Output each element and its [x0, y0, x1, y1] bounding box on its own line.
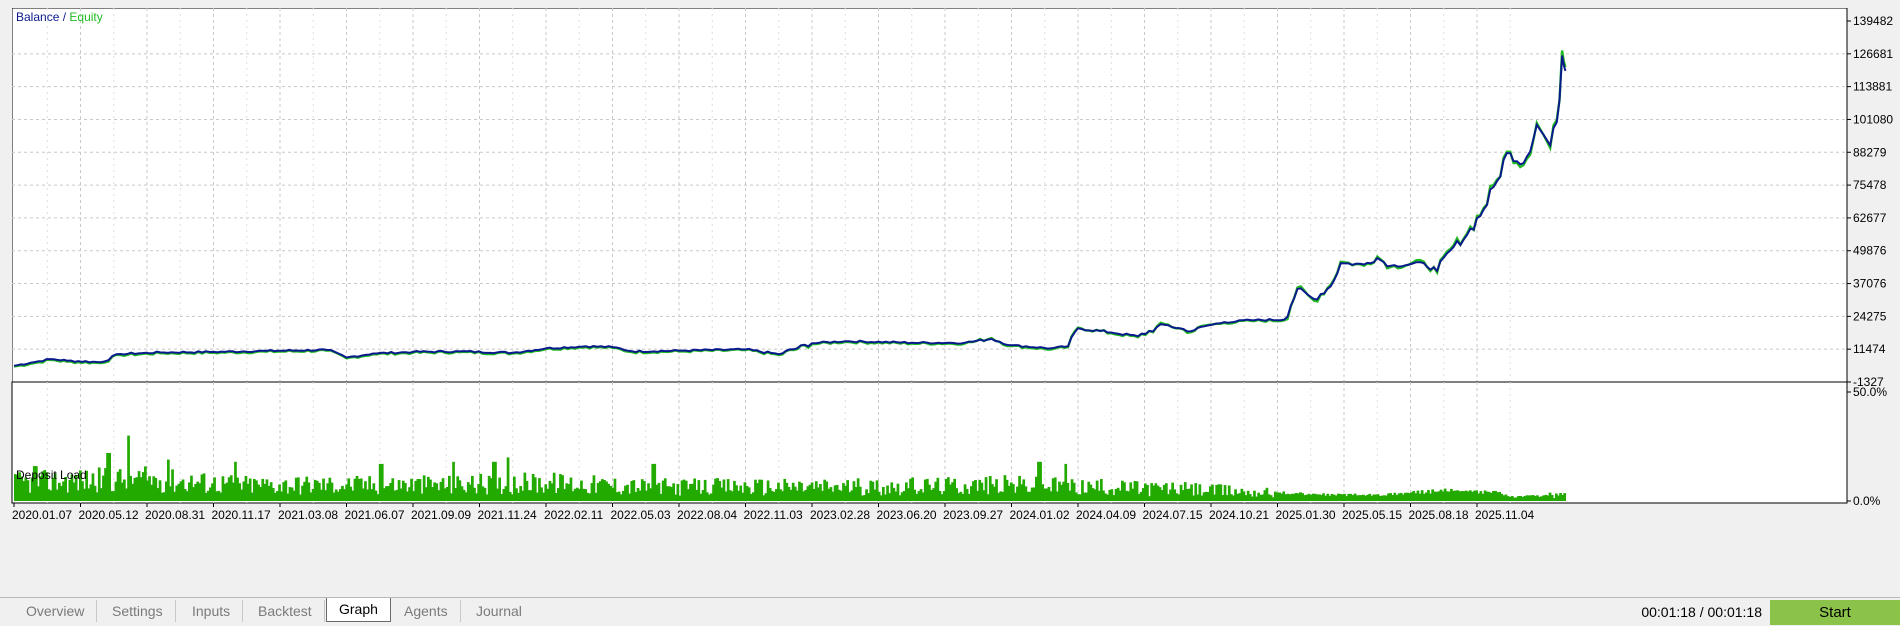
x-axis-tick-label: 2020.11.17	[212, 508, 271, 522]
x-axis-tick-label: 2022.11.03	[744, 508, 803, 522]
deposit-y-tick-label: 50.0%	[1853, 385, 1887, 399]
balance-y-tick-label: 11474	[1853, 342, 1886, 356]
x-axis-tick-label: 2023.09.27	[943, 508, 1003, 522]
x-axis-tick-label: 2025.11.04	[1475, 508, 1534, 522]
balance-y-tick-label: 139482	[1853, 14, 1893, 28]
x-axis-tick-label: 2024.10.21	[1209, 508, 1269, 522]
tab-graph[interactable]: Graph	[326, 598, 391, 622]
x-axis-tick-label: 2025.01.30	[1276, 508, 1336, 522]
elapsed-timer: 00:01:18 / 00:01:18	[1641, 604, 1762, 620]
deposit-bar	[1563, 493, 1566, 501]
x-axis-tick-label: 2023.06.20	[877, 508, 937, 522]
balance-y-tick-label: 24275	[1853, 309, 1887, 323]
x-axis-tick-label: 2024.07.15	[1143, 508, 1203, 522]
equity-legend-label: Equity	[69, 10, 103, 24]
tab-backtest[interactable]: Backtest	[246, 600, 325, 622]
x-axis-tick-label: 2024.01.02	[1010, 508, 1070, 522]
balance-y-tick-label: 37076	[1853, 277, 1887, 291]
deposit-load-title: Deposit Load	[16, 468, 87, 482]
x-axis-tick-label: 2023.02.28	[810, 508, 870, 522]
x-axis-tick-label: 2020.08.31	[145, 508, 205, 522]
tab-settings[interactable]: Settings	[100, 600, 176, 622]
x-axis-tick-label: 2020.05.12	[79, 508, 139, 522]
tester-tab-bar: Overview Settings Inputs Backtest Graph …	[0, 597, 1900, 626]
balance-y-tick-label: 75478	[1853, 178, 1887, 192]
x-axis-tick-label: 2025.08.18	[1409, 508, 1469, 522]
strategy-tester-window: 139482 126681 113881 101080 88279 75478 62677 4…	[0, 0, 1900, 626]
x-axis-tick-label: 2022.08.04	[677, 508, 737, 522]
balance-y-tick-label: 113881	[1853, 80, 1892, 94]
x-axis-tick-label: 2022.02.11	[544, 508, 603, 522]
balance-y-tick-label: 101080	[1853, 112, 1893, 126]
x-axis-tick-label: 2020.01.07	[12, 508, 72, 522]
balance-equity-legend: Balance / Equity	[16, 10, 103, 24]
balance-y-tick-label: 88279	[1853, 145, 1887, 159]
balance-legend-label: Balance	[16, 10, 60, 24]
tab-inputs[interactable]: Inputs	[180, 600, 244, 622]
tab-overview[interactable]: Overview	[14, 600, 98, 622]
x-axis-tick-label: 2021.03.08	[278, 508, 338, 522]
balance-y-tick-label: 126681	[1853, 47, 1893, 61]
x-axis-tick-label: 2025.05.15	[1342, 508, 1402, 522]
balance-plot-area	[12, 8, 1848, 387]
x-axis-tick-label: 2021.09.09	[411, 508, 471, 522]
tab-journal[interactable]: Journal	[464, 600, 534, 622]
balance-y-tick-label: 62677	[1853, 211, 1887, 225]
deposit-y-tick-label: 0.0%	[1853, 494, 1881, 508]
x-axis-tick-label: 2021.06.07	[345, 508, 405, 522]
x-axis-tick-label: 2022.05.03	[611, 508, 671, 522]
start-button[interactable]: Start	[1770, 600, 1900, 625]
x-axis-tick-label: 2021.11.24	[478, 508, 537, 522]
legend-separator: /	[59, 10, 70, 24]
tab-agents[interactable]: Agents	[392, 600, 461, 622]
deposit-load-chart: 50.0% 0.0% 2020.01.07 2020.05.12 2020.08.31 2…	[11, 381, 1887, 522]
x-axis-tick-label: 2024.04.09	[1076, 508, 1136, 522]
balance-y-tick-label: 49876	[1853, 244, 1887, 258]
